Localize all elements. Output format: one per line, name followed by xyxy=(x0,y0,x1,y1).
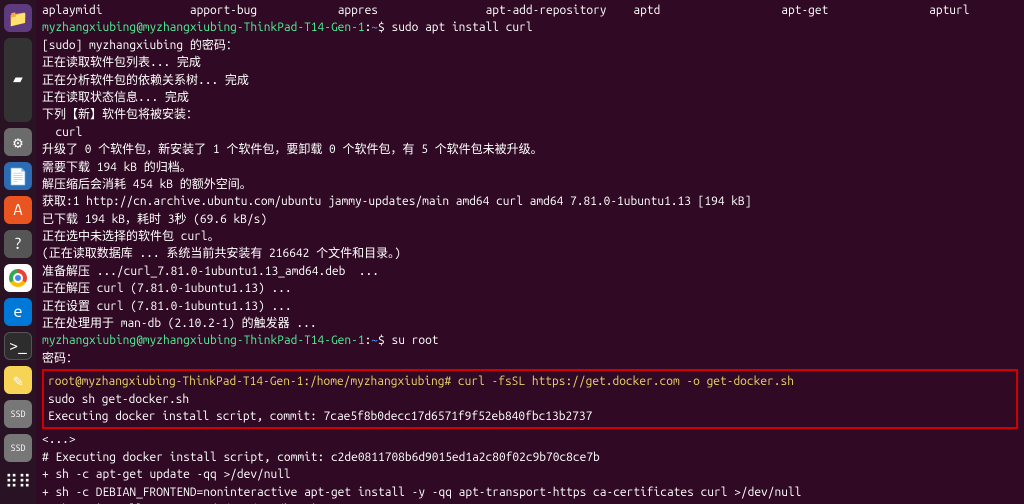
disk-icon[interactable]: SSD xyxy=(4,434,32,462)
output-line: [sudo] myzhangxiubing 的密码： xyxy=(42,37,1018,54)
output-line: 解压缩后会消耗 454 kB 的额外空间。 xyxy=(42,176,1018,193)
help-icon[interactable]: ? xyxy=(4,230,32,258)
output-line: 需要下载 194 kB 的归档。 xyxy=(42,159,1018,176)
document-icon[interactable]: 📄 xyxy=(4,162,32,190)
output-line: 密码： xyxy=(42,350,1018,367)
notes-icon[interactable]: ✎ xyxy=(4,366,32,394)
prompt-user: myzhangxiubing@myzhangxiubing-ThinkPad-T… xyxy=(42,334,365,347)
ubuntu-dock: 📁 ▰ ⚙ 📄 A ? e >_ ✎ SSD SSD ⠿⠿ xyxy=(0,0,36,504)
files-icon[interactable]: 📁 xyxy=(4,4,32,32)
terminal-app-icon[interactable]: >_ xyxy=(4,332,32,360)
output-line: (正在读取数据库 ... 系统当前共安装有 216642 个文件和目录。) xyxy=(42,245,1018,262)
tab-completion-row: aplaymidi apport-bug appres apt-add-repo… xyxy=(42,2,1018,19)
output-line: + sh -c apt-get update -qq >/dev/null xyxy=(42,466,1018,483)
edge-icon[interactable]: e xyxy=(4,298,32,326)
apps-grid-icon[interactable]: ⠿⠿ xyxy=(4,468,32,496)
output-line: 正在读取软件包列表... 完成 xyxy=(42,54,1018,71)
output-line: Executing docker install script, commit:… xyxy=(48,408,1012,425)
output-line: + sh -c DEBIAN_FRONTEND=noninteractive a… xyxy=(42,484,1018,501)
output-line: 正在选中未选择的软件包 curl。 xyxy=(42,228,1018,245)
output-line: 正在设置 curl (7.81.0-1ubuntu1.13) ... xyxy=(42,298,1018,315)
output-line: # Executing docker install script, commi… xyxy=(42,449,1018,466)
output-line: <...> xyxy=(42,431,1018,448)
output-line: 准备解压 .../curl_7.81.0-1ubuntu1.13_amd64.d… xyxy=(42,263,1018,280)
software-center-icon[interactable]: A xyxy=(4,196,32,224)
prompt-user: myzhangxiubing@myzhangxiubing-ThinkPad-T… xyxy=(42,21,365,34)
settings-icon[interactable]: ⚙ xyxy=(4,128,32,156)
output-line: sudo sh get-docker.sh xyxy=(48,391,1012,408)
output-line: curl xyxy=(42,124,1018,141)
terminal-icon[interactable]: ▰ xyxy=(4,38,32,122)
prompt-line: myzhangxiubing@myzhangxiubing-ThinkPad-T… xyxy=(42,19,1018,36)
prompt-line: myzhangxiubing@myzhangxiubing-ThinkPad-T… xyxy=(42,332,1018,349)
chrome-icon[interactable] xyxy=(4,264,32,292)
output-line: 已下载 194 kB，耗时 3秒 (69.6 kB/s) xyxy=(42,211,1018,228)
terminal-window[interactable]: aplaymidi apport-bug appres apt-add-repo… xyxy=(36,0,1024,504)
output-line: 正在分析软件包的依赖关系树... 完成 xyxy=(42,72,1018,89)
output-line: 下列【新】软件包将被安装： xyxy=(42,106,1018,123)
root-prompt-line: root@myzhangxiubing-ThinkPad-T14-Gen-1:/… xyxy=(48,373,1012,390)
disk-icon[interactable]: SSD xyxy=(4,400,32,428)
highlighted-block: root@myzhangxiubing-ThinkPad-T14-Gen-1:/… xyxy=(42,369,1018,429)
output-line: 正在处理用于 man-db (2.10.2-1) 的触发器 ... xyxy=(42,315,1018,332)
output-line: 正在读取状态信息... 完成 xyxy=(42,89,1018,106)
output-line: 正在解压 curl (7.81.0-1ubuntu1.13) ... xyxy=(42,280,1018,297)
output-line: 获取:1 http://cn.archive.ubuntu.com/ubuntu… xyxy=(42,193,1018,210)
output-line: 升级了 0 个软件包，新安装了 1 个软件包，要卸载 0 个软件包，有 5 个软… xyxy=(42,141,1018,158)
